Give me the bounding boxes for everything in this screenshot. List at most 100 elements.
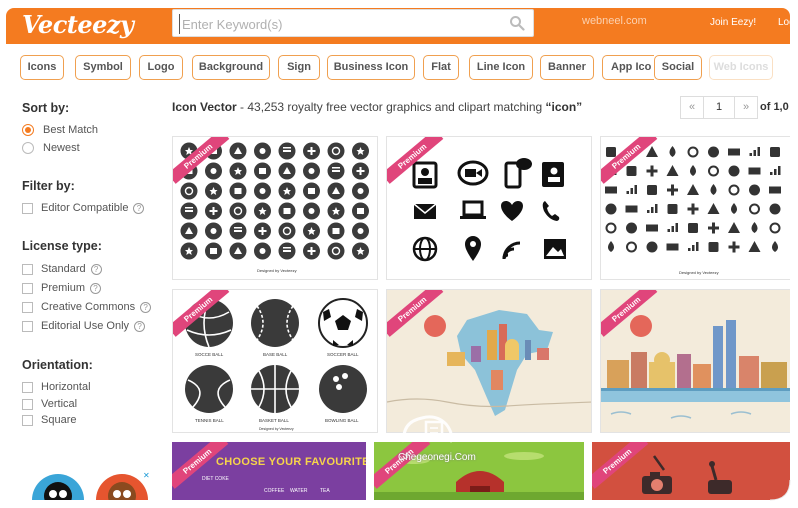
premium-label: Premium: [387, 137, 444, 184]
glyph-icon: [749, 203, 760, 215]
filter-editor-compatible[interactable]: Editor Compatible ?: [22, 200, 145, 216]
help-icon[interactable]: ?: [133, 202, 145, 214]
circle-glyph-icon: [254, 162, 271, 180]
checkbox[interactable]: [22, 263, 33, 275]
circle-glyph-icon: [205, 202, 222, 220]
premium-ribbon: Premium: [172, 442, 232, 500]
sort-option-label: Newest: [43, 142, 80, 154]
result-card-skyline[interactable]: Premium: [600, 289, 790, 433]
glyph-icon: [751, 222, 758, 233]
glyph-icon: [626, 241, 637, 253]
checkbox[interactable]: [22, 301, 33, 313]
circle-glyph-icon: [229, 202, 247, 220]
premium-ribbon: Premium: [374, 442, 434, 500]
circle-glyph-icon: [205, 242, 222, 260]
checkbox[interactable]: [22, 282, 33, 294]
premium-label: Premium: [172, 442, 229, 489]
tag-banner[interactable]: Banner: [540, 55, 594, 80]
result-card-black-icons[interactable]: Premium: [386, 136, 592, 280]
page-number-input[interactable]: 1: [704, 96, 734, 119]
tag-sign[interactable]: Sign: [278, 55, 320, 80]
sidebar-ad[interactable]: ✕: [30, 470, 152, 500]
search-icon[interactable]: [509, 15, 525, 31]
ball-label: SOCCER BALL: [327, 352, 359, 357]
search-box[interactable]: [172, 9, 534, 37]
premium-label: Premium: [592, 442, 649, 489]
radio-unselected[interactable]: [22, 142, 34, 154]
ad-banner-image: ✕: [30, 470, 152, 500]
tag-icons[interactable]: Icons: [20, 55, 64, 80]
help-icon[interactable]: ?: [90, 263, 102, 275]
circle-glyph-icon: [254, 182, 271, 200]
result-card-sport-balls[interactable]: Premium SOCCE BALL BASE BALL SOCCER BALL…: [172, 289, 378, 433]
baseball-icon: [251, 299, 299, 347]
login-link[interactable]: Log: [778, 17, 790, 28]
circle-glyph-icon: [278, 162, 296, 180]
help-icon[interactable]: ?: [90, 282, 102, 294]
circle-glyph-icon: [352, 182, 369, 200]
circle-glyph-icon: [303, 162, 320, 180]
glyph-icon: [690, 165, 696, 176]
tag-social[interactable]: Social: [654, 55, 702, 80]
circle-glyph-icon: [229, 242, 247, 260]
tag-background[interactable]: Background: [192, 55, 270, 80]
checkbox[interactable]: [22, 381, 33, 393]
result-card-circle-icons[interactable]: Premium Designed by Vecteezy: [172, 136, 378, 280]
results-query: “icon”: [545, 100, 583, 114]
license-creative-commons[interactable]: Creative Commons ?: [22, 299, 152, 315]
checkbox[interactable]: [22, 320, 33, 332]
sort-best-match[interactable]: Best Match: [22, 122, 98, 138]
search-input[interactable]: [179, 14, 499, 34]
license-option-label: Standard: [41, 263, 86, 275]
address-book-icon: [542, 162, 564, 187]
help-icon[interactable]: ?: [134, 320, 146, 332]
tag-symbol[interactable]: Symbol: [75, 55, 131, 80]
tag-logo[interactable]: Logo: [139, 55, 183, 80]
checkbox[interactable]: [22, 202, 33, 214]
glyph-icon: [647, 204, 658, 213]
prev-page-button[interactable]: «: [680, 96, 704, 119]
checkbox[interactable]: [22, 414, 33, 426]
filter-sidebar: Sort by: Best Match Newest Filter by: Ed…: [22, 99, 162, 426]
glyph-icon: [770, 147, 780, 157]
glyph-icon: [728, 241, 740, 253]
ball-label: BOWLING BALL: [325, 418, 359, 423]
radio-selected[interactable]: [22, 124, 34, 136]
orientation-horizontal[interactable]: Horizontal: [22, 379, 91, 395]
help-icon[interactable]: ?: [140, 301, 152, 313]
glyph-icon: [625, 205, 638, 213]
circle-glyph-icon: [180, 202, 198, 220]
join-link[interactable]: Join Eezy!: [710, 17, 756, 28]
drinks-heading: CHOOSE YOUR FAVOURITE: [216, 456, 366, 468]
result-card-barn[interactable]: Premium: [374, 442, 584, 500]
circle-glyph-icon: [278, 182, 296, 200]
next-page-button[interactable]: »: [734, 96, 758, 119]
circle-glyph-icon: [180, 222, 198, 240]
license-editorial[interactable]: Editorial Use Only ?: [22, 318, 146, 334]
license-standard[interactable]: Standard ?: [22, 261, 102, 277]
tag-web-icons[interactable]: Web Icons: [709, 55, 773, 80]
orientation-square[interactable]: Square: [22, 412, 76, 428]
tag-business-icon[interactable]: Business Icon: [327, 55, 415, 80]
orientation-vertical[interactable]: Vertical: [22, 396, 77, 412]
result-card-camera[interactable]: Premium: [592, 442, 790, 500]
glyph-icon: [731, 203, 737, 214]
result-card-drinks[interactable]: Premium CHOOSE YOUR FAVOURITE DIET COKE …: [172, 442, 366, 500]
circle-glyph-icon: [327, 242, 345, 260]
glyph-icon: [708, 165, 719, 177]
drink-label: WATER: [290, 488, 308, 494]
phone-icon: [542, 201, 560, 221]
page-count: of 1,0: [760, 101, 789, 113]
premium-label: Premium: [173, 137, 230, 184]
tag-line-icon[interactable]: Line Icon: [469, 55, 533, 80]
glyph-icon: [688, 223, 698, 233]
site-logo[interactable]: Vecteezy: [22, 10, 134, 39]
checkbox[interactable]: [22, 398, 33, 410]
license-premium[interactable]: Premium ?: [22, 280, 102, 296]
circle-glyph-icon: [303, 182, 320, 200]
tag-flat[interactable]: Flat: [423, 55, 459, 80]
result-card-glyph-icons[interactable]: Premium Designed by Vecteezy: [600, 136, 790, 280]
tag-app-icon[interactable]: App Ico: [602, 55, 654, 80]
watermark-text: webneel.com: [582, 15, 647, 27]
sort-newest[interactable]: Newest: [22, 140, 80, 156]
